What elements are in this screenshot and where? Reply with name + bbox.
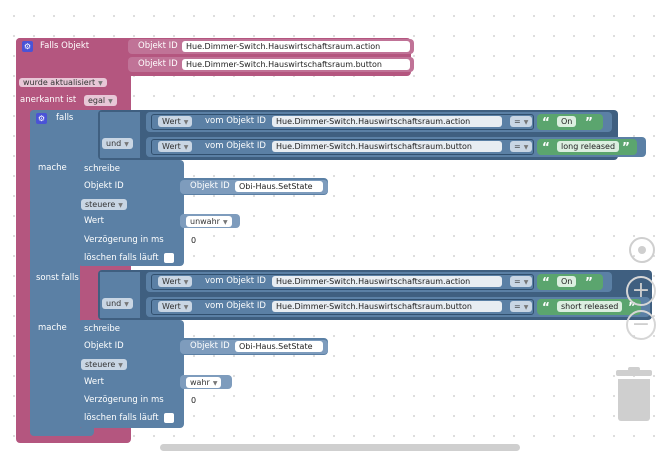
string-value[interactable]: long released [557, 141, 620, 152]
center-icon-dot [638, 246, 646, 254]
und-dropdown[interactable]: und ▼ [102, 298, 133, 309]
zoom-out-button[interactable]: − [626, 310, 656, 340]
condition-and-inner [100, 272, 140, 318]
string-value[interactable]: On [557, 116, 577, 127]
clear-checkbox[interactable] [164, 253, 174, 263]
trigger-title: Falls Objekt [40, 41, 90, 51]
verzoegerung-label: Verzögerung in ms [84, 395, 164, 405]
delay-input[interactable]: 0 [188, 395, 200, 406]
objekt-id-label: Objekt ID [138, 41, 178, 51]
steuere-dropdown[interactable]: steuere ▼ [81, 359, 127, 370]
clear-checkbox[interactable] [164, 413, 174, 423]
schreibe-label: schreibe [84, 324, 121, 334]
steuere-dropdown[interactable]: steuere ▼ [81, 199, 127, 210]
quote-open-icon: “ [542, 140, 550, 154]
verzoegerung-label: Verzögerung in ms [84, 235, 164, 245]
wert-dropdown[interactable]: Wert ▼ [158, 141, 193, 152]
target-object-field[interactable]: Obi-Haus.SetState [235, 181, 323, 192]
object-id-field[interactable]: Hue.Dimmer-Switch.Hauswirtschaftsraum.ac… [182, 41, 410, 52]
operator-dropdown[interactable]: = ▼ [510, 116, 533, 127]
write-block-1[interactable] [78, 160, 184, 266]
anerkannt-label: anerkannt ist [20, 95, 77, 105]
loeschen-label: löschen falls läuft [84, 413, 159, 423]
loeschen-label: löschen falls läuft [84, 253, 159, 263]
string-value[interactable]: short released [557, 301, 623, 312]
objekt-id-label: Objekt ID [84, 341, 124, 351]
wurde-label: wurde aktualisiert ▼ [19, 78, 110, 90]
trash-icon[interactable] [614, 367, 654, 422]
wert-dropdown[interactable]: Wert ▼ [158, 301, 193, 312]
operator-dropdown[interactable]: = ▼ [510, 276, 533, 287]
objekt-id-label: Objekt ID [138, 59, 178, 69]
quote-close-icon: ” [585, 275, 593, 289]
object-id-field[interactable]: Hue.Dimmer-Switch.Hauswirtschaftsraum.ac… [272, 116, 502, 127]
und-dropdown[interactable]: und ▼ [102, 138, 133, 149]
quote-open-icon: “ [542, 275, 550, 289]
vom-objekt-label: vom Objekt ID [205, 141, 266, 151]
bool-dropdown[interactable]: wahr ▼ [186, 377, 222, 388]
wert-dropdown[interactable]: Wert ▼ [158, 116, 193, 127]
quote-close-icon: ” [585, 115, 593, 129]
condition-and-inner [100, 112, 140, 158]
vom-objekt-label: vom Objekt ID [205, 116, 266, 126]
vom-objekt-label: vom Objekt ID [205, 276, 266, 286]
operator-dropdown[interactable]: = ▼ [510, 141, 533, 152]
quote-open-icon: “ [542, 115, 550, 129]
write-block-2[interactable] [78, 320, 184, 428]
quote-open-icon: “ [542, 300, 550, 314]
gear-icon[interactable]: ⚙ [22, 41, 33, 52]
gear-icon[interactable]: ⚙ [36, 113, 47, 124]
wert-dropdown[interactable]: Wert ▼ [158, 276, 193, 287]
wert-label: Wert [84, 216, 104, 226]
wert-label: Wert [84, 377, 104, 387]
anerkannt-dropdown[interactable]: egal ▼ [84, 95, 117, 106]
zoom-in-button[interactable]: + [626, 276, 656, 306]
quote-close-icon: ” [622, 140, 630, 154]
schreibe-label: schreibe [84, 164, 121, 174]
objekt-id-label: Objekt ID [190, 181, 230, 191]
delay-input[interactable]: 0 [188, 235, 200, 246]
vom-objekt-label: vom Objekt ID [205, 301, 266, 311]
string-value[interactable]: On [557, 276, 577, 287]
objekt-id-label: Objekt ID [190, 341, 230, 351]
sonst-falls-label: sonst falls [36, 273, 79, 283]
target-object-field[interactable]: Obi-Haus.SetState [235, 341, 323, 352]
object-id-field[interactable]: Hue.Dimmer-Switch.Hauswirtschaftsraum.bu… [182, 59, 410, 70]
object-id-field[interactable]: Hue.Dimmer-Switch.Hauswirtschaftsraum.bu… [272, 141, 502, 152]
falls-label: falls [56, 113, 74, 123]
mache-label: mache [38, 323, 67, 333]
if-block-foot [30, 428, 94, 436]
bool-dropdown[interactable]: unwahr ▼ [186, 216, 232, 227]
objekt-id-label: Objekt ID [84, 181, 124, 191]
mache-label: mache [38, 163, 67, 173]
object-id-field[interactable]: Hue.Dimmer-Switch.Hauswirtschaftsraum.ac… [272, 276, 502, 287]
object-id-field[interactable]: Hue.Dimmer-Switch.Hauswirtschaftsraum.bu… [272, 301, 502, 312]
horizontal-scrollbar[interactable] [160, 444, 520, 451]
operator-dropdown[interactable]: = ▼ [510, 301, 533, 312]
wurde-dropdown[interactable]: wurde aktualisiert ▼ [19, 78, 107, 87]
